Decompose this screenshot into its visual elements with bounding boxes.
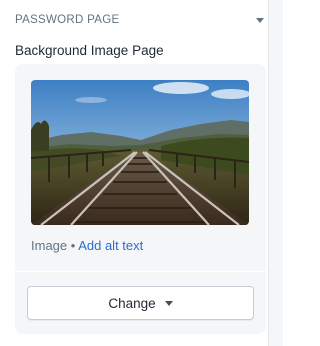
change-image-button[interactable]: Change bbox=[27, 286, 254, 320]
section-header[interactable]: PASSWORD PAGE bbox=[15, 11, 264, 29]
add-alt-text-link[interactable]: Add alt text bbox=[78, 238, 143, 253]
image-picker-card: Image • Add alt text Change bbox=[15, 64, 266, 334]
change-button-label: Change bbox=[108, 295, 156, 311]
image-meta: Image • Add alt text bbox=[31, 238, 143, 253]
railway-photo bbox=[31, 80, 249, 225]
caret-down-icon bbox=[164, 301, 173, 306]
caret-down-icon[interactable] bbox=[256, 17, 264, 23]
background-image-thumbnail[interactable] bbox=[31, 80, 249, 225]
field-label: Background Image Page bbox=[15, 43, 164, 58]
divider bbox=[15, 271, 266, 272]
image-meta-prefix: Image • bbox=[31, 238, 79, 253]
section-title: PASSWORD PAGE bbox=[15, 14, 120, 26]
scrollbar[interactable] bbox=[268, 0, 283, 346]
